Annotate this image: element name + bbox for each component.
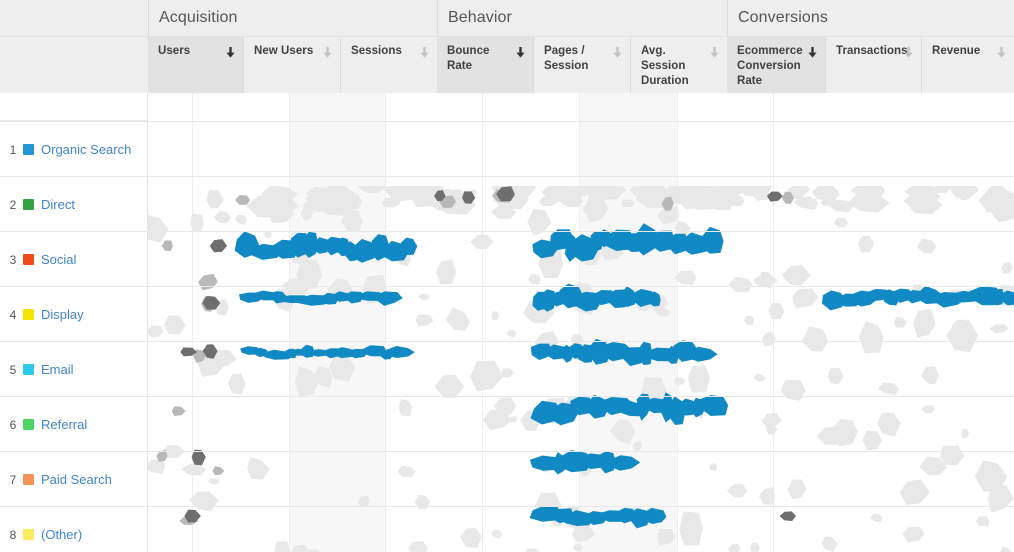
table-row[interactable]: 5 Email [0,341,1014,397]
row-index: 3 [9,252,17,267]
channel-link[interactable]: Referral [41,417,87,432]
channel-link[interactable]: Email [41,362,74,377]
group-header-label: Behavior [448,9,512,26]
channel-link[interactable]: Organic Search [41,142,131,157]
column-header-label: New Users [254,45,314,57]
column-header-label: Revenue [932,45,981,57]
table-row[interactable]: 7 Paid Search [0,451,1014,507]
sort-descending-icon[interactable] [997,47,1006,58]
group-header-label: Conversions [738,9,829,26]
column-header-users[interactable]: Users [148,37,243,93]
row-index: 2 [9,197,17,212]
row-index: 5 [9,362,17,377]
sort-descending-icon[interactable] [710,47,719,58]
legend-color-swatch [23,254,34,265]
group-header-behavior: Behavior [437,0,727,36]
row-label-cell: 2 Direct [0,177,148,232]
corner-column-cell [0,37,148,93]
column-header-transactions[interactable]: Transactions [825,37,921,93]
row-index: 6 [9,417,17,432]
column-header-label: Pages / Session [544,45,589,72]
legend-color-swatch [23,529,34,540]
legend-color-swatch [23,309,34,320]
column-header-avg-session-duration[interactable]: Avg. Session Duration [630,37,727,93]
row-label-cell: 5 Email [0,342,148,397]
row-label-cell: 3 Social [0,232,148,287]
row-index: 8 [9,527,17,542]
sort-descending-icon[interactable] [904,47,913,58]
channel-link[interactable]: Paid Search [41,472,112,487]
table-row[interactable]: 8 (Other) [0,506,1014,552]
analytics-channels-table: Acquisition Behavior Conversions Users New … [0,0,1014,552]
column-header-label: Ecommerce Conversion Rate [737,45,803,87]
column-header-ecommerce-conversion-rate[interactable]: Ecommerce Conversion Rate [727,37,825,93]
column-header-label: Bounce Rate [447,45,490,72]
legend-color-swatch [23,199,34,210]
table-grid: Acquisition Behavior Conversions Users New … [0,0,1014,552]
channel-link[interactable]: (Other) [41,527,82,542]
channel-link[interactable]: Display [41,307,84,322]
group-header-acquisition: Acquisition [148,0,437,36]
table-row[interactable]: 1 Organic Search [0,121,1014,177]
row-label-cell: 4 Display [0,287,148,342]
legend-color-swatch [23,419,34,430]
row-label-cell: 7 Paid Search [0,452,148,507]
column-header-label: Avg. Session Duration [641,45,689,87]
table-row[interactable]: 6 Referral [0,396,1014,452]
table-row[interactable]: 2 Direct [0,176,1014,232]
row-label-top-strip [0,93,148,121]
channel-link[interactable]: Direct [41,197,75,212]
legend-color-swatch [23,364,34,375]
column-header-bounce-rate[interactable]: Bounce Rate [437,37,533,93]
column-header-label: Users [158,45,191,57]
group-header-conversions: Conversions [727,0,1014,36]
corner-group-cell [0,0,148,36]
row-label-cell: 6 Referral [0,397,148,452]
sort-descending-icon[interactable] [420,47,429,58]
sort-descending-icon-active[interactable] [808,47,817,58]
table-row[interactable]: 4 Display [0,286,1014,342]
sort-descending-icon-active[interactable] [226,47,235,58]
row-index: 1 [9,142,17,157]
sort-descending-icon[interactable] [323,47,332,58]
sort-descending-icon[interactable] [613,47,622,58]
column-header-label: Transactions [836,45,908,57]
column-header-sessions[interactable]: Sessions [340,37,437,93]
row-label-cell: 8 (Other) [0,507,148,552]
channel-link[interactable]: Social [41,252,76,267]
sort-descending-icon-active[interactable] [516,47,525,58]
legend-color-swatch [23,144,34,155]
column-header-revenue[interactable]: Revenue [921,37,1014,93]
row-label-cell: 1 Organic Search [0,122,148,177]
column-header-label: Sessions [351,45,402,57]
table-row[interactable]: 3 Social [0,231,1014,287]
row-index: 4 [9,307,17,322]
column-header-pages-session[interactable]: Pages / Session [533,37,630,93]
row-index: 7 [9,472,17,487]
column-header-new-users[interactable]: New Users [243,37,340,93]
legend-color-swatch [23,474,34,485]
group-header-label: Acquisition [159,9,238,26]
